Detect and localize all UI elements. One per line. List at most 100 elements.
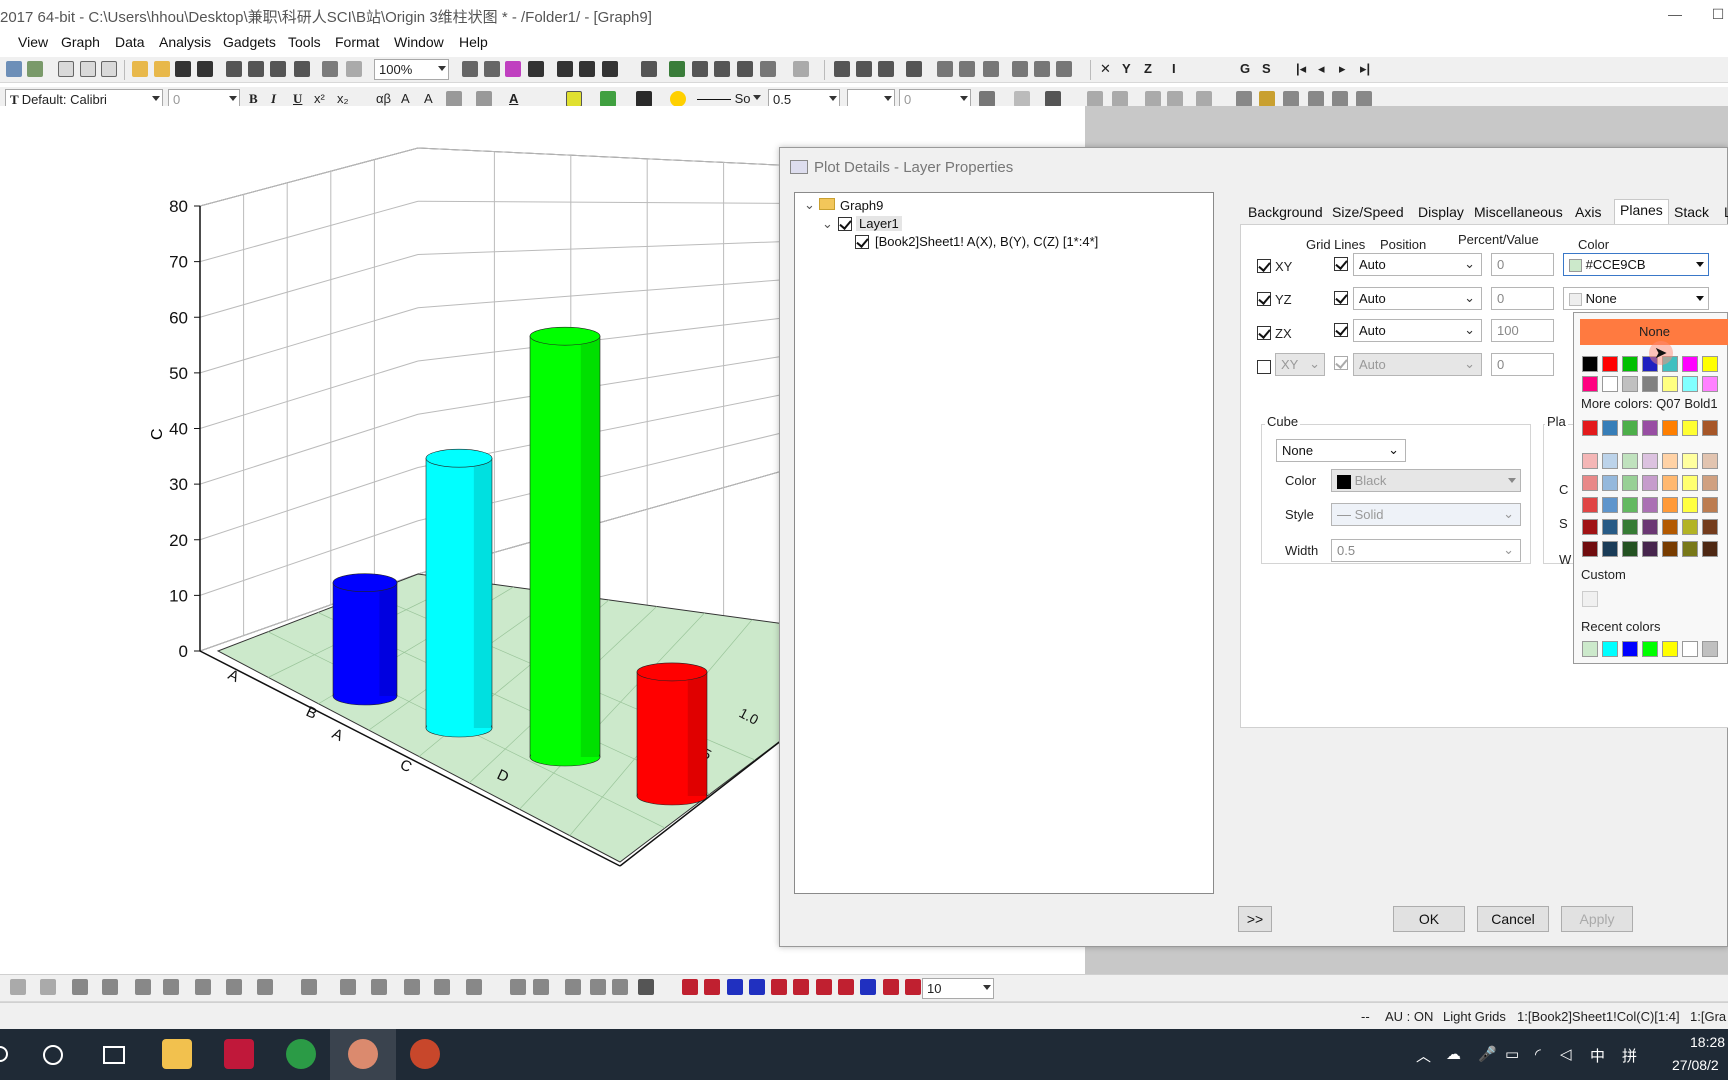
plane-xy-checkbox[interactable] (1257, 259, 1271, 273)
plot-type-icon[interactable] (404, 979, 420, 995)
3d-tool-icon[interactable] (793, 979, 809, 995)
layer-arrange-icon[interactable] (1283, 91, 1299, 107)
merge-icon[interactable] (1087, 91, 1103, 107)
statistics-icon[interactable] (834, 61, 850, 77)
more-colors-label[interactable]: More colors: Q07 Bold1 (1581, 396, 1718, 411)
formula-icon[interactable] (737, 61, 753, 77)
tab-more[interactable]: L (1719, 202, 1728, 224)
cube-mode-select[interactable]: None ⌄ (1276, 439, 1406, 462)
expand-button[interactable]: >> (1238, 906, 1272, 932)
plot-checkbox[interactable] (855, 235, 869, 249)
powerpoint-icon[interactable] (410, 1039, 440, 1069)
microphone-icon[interactable]: 🎤 (1478, 1045, 1497, 1063)
next-icon[interactable]: ▸ (1339, 61, 1346, 77)
tab-display[interactable]: Display (1413, 202, 1469, 224)
apps-icon[interactable] (760, 61, 776, 77)
shade-color-swatch[interactable] (1582, 497, 1598, 513)
ime-mode-icon[interactable]: 拼 (1622, 1045, 1637, 1066)
align-icon[interactable] (446, 91, 462, 107)
decrease-font-icon[interactable]: A (424, 91, 433, 106)
basic-color-swatch[interactable] (1662, 376, 1678, 392)
recent-color-swatch[interactable] (1602, 641, 1618, 657)
plane-xy2-checkbox[interactable] (1257, 360, 1271, 374)
tree-plot-node[interactable]: [Book2]Sheet1! A(X), B(Y), C(Z) [1*:4*] (875, 234, 1098, 249)
mendeley-icon[interactable] (224, 1039, 254, 1069)
command-window-icon[interactable] (579, 61, 595, 77)
menu-format[interactable]: Format (335, 34, 379, 50)
subscript-icon[interactable]: x₂ (337, 91, 349, 106)
minimize-button[interactable]: — (1657, 2, 1693, 26)
recent-color-swatch[interactable] (1662, 641, 1678, 657)
sort-icon[interactable] (878, 61, 894, 77)
menu-data[interactable]: Data (115, 34, 145, 50)
italic-icon[interactable]: I (271, 91, 276, 107)
shade-color-swatch[interactable] (1622, 519, 1638, 535)
shade-color-swatch[interactable] (1642, 475, 1658, 491)
new-notes-icon[interactable] (58, 61, 74, 77)
shade-color-swatch[interactable] (1622, 475, 1638, 491)
shade-color-swatch[interactable] (1622, 541, 1638, 557)
plane-yz-checkbox[interactable] (1257, 292, 1271, 306)
layer-manage-icon[interactable] (1259, 91, 1275, 107)
clock-date[interactable]: 27/08/2 (1672, 1057, 1719, 1073)
save-template-icon[interactable] (197, 61, 213, 77)
apply-button[interactable]: Apply (1561, 906, 1633, 932)
shade-color-swatch[interactable] (1682, 475, 1698, 491)
shade-color-swatch[interactable] (1702, 475, 1718, 491)
refresh-icon[interactable] (346, 61, 362, 77)
menu-view[interactable]: View (18, 34, 48, 50)
grid-icon[interactable] (1014, 91, 1030, 107)
3d-tool-icon[interactable] (704, 979, 720, 995)
bold-color-swatch[interactable] (1702, 420, 1718, 436)
plot-type-icon[interactable] (135, 979, 151, 995)
size-combo[interactable]: 10 (922, 978, 994, 999)
fill-color-icon[interactable] (566, 91, 582, 107)
plane-xy2-position-select[interactable]: Auto ⌄ (1353, 353, 1482, 376)
bold-color-swatch[interactable] (1582, 420, 1598, 436)
plane-yz-grid-checkbox[interactable] (1334, 291, 1348, 305)
bold-icon[interactable]: B (249, 91, 258, 107)
plot-type-icon[interactable] (612, 979, 628, 995)
file-explorer-icon[interactable] (162, 1039, 192, 1069)
shade-color-swatch[interactable] (1622, 497, 1638, 513)
basic-color-swatch[interactable] (1622, 356, 1638, 372)
line-color-icon[interactable] (636, 91, 652, 107)
last-icon[interactable]: ▸| (1360, 61, 1370, 77)
hatch-icon[interactable] (979, 91, 995, 107)
custom-color-swatch[interactable] (1582, 591, 1598, 607)
duplicate-icon[interactable] (322, 61, 338, 77)
plot-type-icon[interactable] (340, 979, 356, 995)
ok-button[interactable]: OK (1393, 906, 1465, 932)
border-icon[interactable] (476, 91, 492, 107)
tab-background[interactable]: Background (1243, 202, 1328, 224)
plane-zx-value-input[interactable]: 100 (1491, 319, 1554, 342)
volume-icon[interactable]: ◁ (1560, 1045, 1572, 1063)
3d-tool-icon[interactable] (727, 979, 743, 995)
shade-color-swatch[interactable] (1582, 475, 1598, 491)
font-color-icon[interactable]: A (509, 91, 518, 106)
plane-zx-checkbox[interactable] (1257, 326, 1271, 340)
plane-xy-grid-checkbox[interactable] (1334, 257, 1348, 271)
bold-color-swatch[interactable] (1642, 420, 1658, 436)
stats-chart-icon[interactable] (983, 61, 999, 77)
tab-size-speed[interactable]: Size/Speed (1327, 202, 1409, 224)
shade-color-swatch[interactable] (1642, 453, 1658, 469)
cancel-button[interactable]: Cancel (1477, 906, 1549, 932)
bold-color-swatch[interactable] (1682, 420, 1698, 436)
unmerge-icon[interactable] (1112, 91, 1128, 107)
import-ascii-icon[interactable] (248, 61, 264, 77)
plane-xy2-grid-checkbox[interactable] (1334, 356, 1348, 370)
bold-color-swatch[interactable] (1602, 420, 1618, 436)
shade-color-swatch[interactable] (1702, 519, 1718, 535)
tree-graph-node[interactable]: Graph9 (840, 198, 883, 213)
previous-icon[interactable]: ◂ (1318, 61, 1325, 77)
data-info-icon[interactable] (714, 61, 730, 77)
superscript-icon[interactable]: x² (314, 91, 325, 106)
bold-color-swatch[interactable] (1622, 420, 1638, 436)
plot-type-icon[interactable] (638, 979, 654, 995)
new-graph-icon[interactable] (27, 61, 43, 77)
zoom-combo[interactable]: 100% (374, 59, 449, 80)
shade-color-swatch[interactable] (1662, 475, 1678, 491)
set-x-icon[interactable]: ✕ (1100, 61, 1111, 77)
none-color-option[interactable]: None (1580, 319, 1728, 345)
